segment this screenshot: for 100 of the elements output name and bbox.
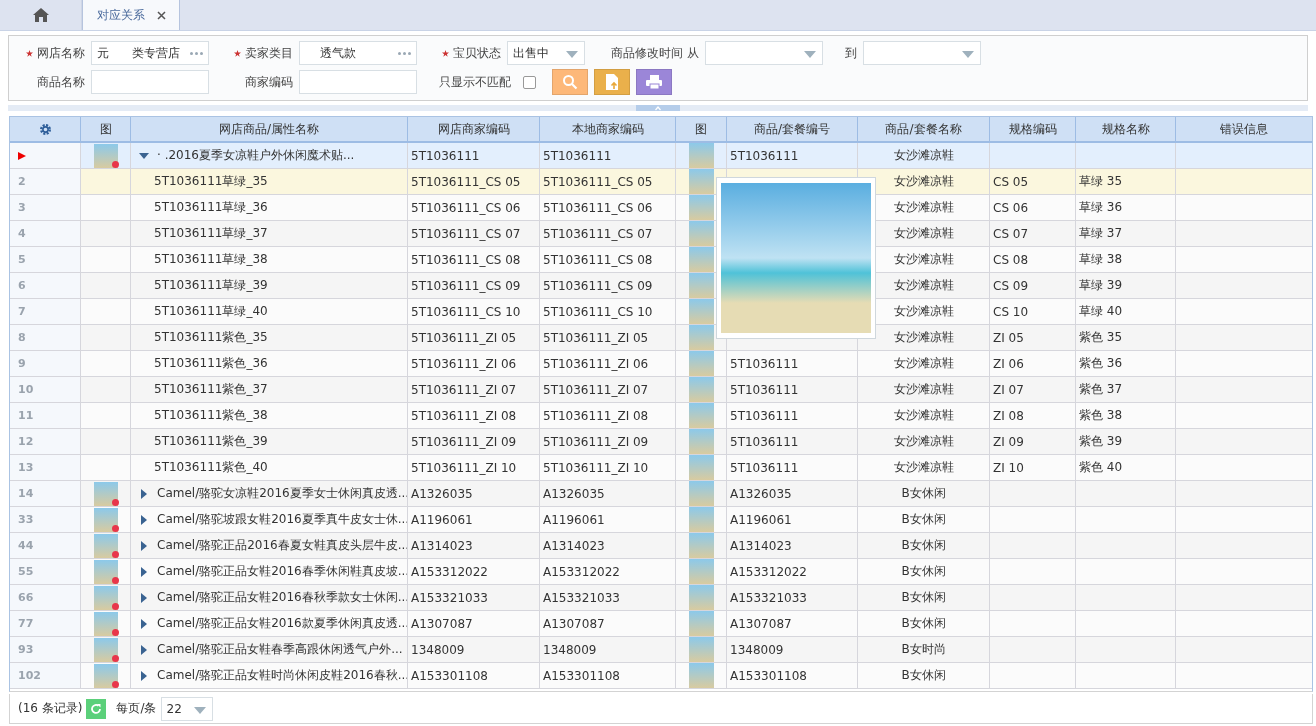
table-cell: CS 09 [993, 278, 1029, 293]
table-cell: ZI 10 [993, 460, 1024, 475]
table-row[interactable]: 93 Camel/骆驼正品女鞋春季高跟休闲透气户外... 1348009 1348009 1348009 B女时尚 [10, 637, 1312, 663]
table-cell: CS 07 [993, 226, 1029, 241]
table-cell: 5T1036111 [730, 434, 799, 449]
merchant-code-field[interactable] [299, 70, 417, 94]
table-cell: 女沙滩凉鞋 [893, 459, 954, 476]
table-row[interactable]: 102 Camel/骆驼正品女鞋时尚休闲皮鞋2016春秋...A153301108 A153301108 A153301108 B女休闲 [10, 663, 1312, 689]
print-button[interactable] [636, 69, 672, 95]
table-cell: 女沙滩凉鞋 [893, 173, 954, 190]
table-row[interactable]: 55 Camel/骆驼正品女鞋2016春季休闲鞋真皮坡...A153312022 A153312022 A153312022 B女休闲 [10, 559, 1312, 585]
table-cell: 1348009 [543, 642, 597, 657]
page-size-dropdown[interactable]: 22 [160, 696, 213, 721]
product-photo-placeholder [688, 585, 714, 610]
table-cell: 5T1036111_ZI 09 [411, 434, 517, 449]
table-cell: 5T1036111_ZI 10 [411, 460, 517, 475]
expand-icon[interactable] [139, 592, 149, 603]
expand-icon[interactable] [139, 566, 149, 577]
product-photo-placeholder [688, 169, 714, 194]
field-label: 只显示不匹配 [438, 73, 512, 91]
row-number: 8 [10, 325, 81, 350]
table-row[interactable]: 8 5T1036111紫色_35 5T1036111_ZI 05 5T1036111_ZI 05 女沙滩凉鞋 ZI 05 紫色 35 [10, 325, 1312, 351]
table-cell: ZI 06 [993, 356, 1024, 371]
table-cell: Camel/骆驼坡跟女鞋2016夏季真牛皮女士休... [157, 511, 407, 528]
table-cell: A153301108 [411, 668, 488, 683]
table-cell: 紫色 40 [1079, 459, 1123, 476]
table-row[interactable]: 66 Camel/骆驼正品女鞋2016春秋季款女士休闲...A153321033 A153321033 A153321033 B女休闲 [10, 585, 1312, 611]
table-cell-text: 5T1036111草绿_40 [153, 303, 268, 320]
product-photo-placeholder [688, 637, 714, 662]
checkbox[interactable] [523, 75, 536, 89]
table-cell-text: 5T1036111紫色_36 [153, 355, 268, 372]
table-cell-text: 5T1036111紫色_35 [153, 329, 268, 346]
expand-icon[interactable] [139, 540, 149, 551]
table-row[interactable]: 13 5T1036111紫色_40 5T1036111_ZI 10 5T1036111_ZI 10 5T1036111 女沙滩凉鞋 ZI 10 紫色 40 [10, 455, 1312, 481]
table-cell-text: 5T1036111草绿_38 [153, 251, 268, 268]
expand-icon[interactable] [139, 644, 149, 655]
item-status-dropdown[interactable]: 出售中 [507, 41, 585, 65]
table-cell: 5T1036111_CS 10 [411, 304, 521, 319]
table-cell: A1196061 [543, 512, 605, 527]
more-icon[interactable] [398, 52, 411, 55]
column-header[interactable]: 商品/套餐名称 [858, 117, 990, 141]
table-cell: Camel/骆驼正品女鞋时尚休闲皮鞋2016春秋... [157, 667, 407, 684]
table-cell: Camel/骆驼正品女鞋2016春季休闲鞋真皮坡... [157, 563, 407, 580]
column-header[interactable]: 错误信息 [1176, 117, 1312, 141]
column-header[interactable]: 图 [81, 117, 131, 141]
table-row[interactable]: 9 5T1036111紫色_36 5T1036111_ZI 06 5T1036111_ZI 06 5T1036111 女沙滩凉鞋 ZI 06 紫色 36 [10, 351, 1312, 377]
column-header[interactable]: 网店商家编码 [408, 117, 540, 141]
table-cell: 5T1036111_ZI 09 [543, 434, 649, 449]
record-count: (16 条记录) [18, 700, 83, 717]
field-label: 商品修改时间 从 [610, 44, 700, 62]
column-header[interactable]: 规格名称 [1076, 117, 1176, 141]
column-header[interactable]: 网店商品/属性名称 [131, 117, 408, 141]
product-photo-placeholder [93, 143, 118, 168]
table-cell: 5T1036111_CS 07 [543, 226, 653, 241]
table-cell: B女时尚 [901, 641, 946, 658]
column-header[interactable]: 规格编码 [990, 117, 1076, 141]
table-row[interactable]: 10 5T1036111紫色_37 5T1036111_ZI 07 5T1036111_ZI 07 5T1036111 女沙滩凉鞋 ZI 07 紫色 37 [10, 377, 1312, 403]
seller-category-field[interactable]: 透气款 [299, 41, 417, 65]
table-cell: 5T1036111 [730, 382, 799, 397]
table-cell-text: 5T1036111紫色_37 [153, 381, 268, 398]
expand-icon[interactable] [139, 618, 149, 629]
search-icon [562, 74, 578, 90]
table-cell: A1314023 [543, 538, 605, 553]
tab-label[interactable]: 对应关系 [96, 6, 145, 24]
expand-icon[interactable] [139, 670, 149, 681]
more-icon[interactable] [190, 52, 203, 55]
table-cell: A1326035 [543, 486, 605, 501]
table-cell: 5T1036111_CS 08 [411, 252, 521, 267]
table-row[interactable]: 44 Camel/骆驼正品2016春夏女鞋真皮头层牛皮...A1314023 A1314023 A1314023 B女休闲 [10, 533, 1312, 559]
collapse-icon[interactable] [139, 150, 149, 161]
table-cell: 5T1036111_ZI 05 [543, 330, 649, 345]
table-row[interactable]: 14 Camel/骆驼女凉鞋2016夏季女士休闲真皮透...A1326035 A1326035 A1326035 B女休闲 [10, 481, 1312, 507]
shop-name-field[interactable]: 元 类专营店 [91, 41, 209, 65]
column-header[interactable]: 图 [676, 117, 727, 141]
table-cell: 5T1036111 [730, 148, 799, 163]
row-number: 3 [10, 195, 81, 220]
table-row[interactable]: · .2016夏季女凉鞋户外休闲魔术贴... 5T1036111 5T1036111 5T1036111 女沙滩凉鞋 [10, 143, 1312, 169]
table-cell: 女沙滩凉鞋 [893, 277, 954, 294]
table-row[interactable]: 77 Camel/骆驼正品女鞋2016款夏季休闲真皮透...A1307087 A1307087 A1307087 B女休闲 [10, 611, 1312, 637]
table-cell: 紫色 35 [1079, 329, 1123, 346]
column-header[interactable]: 商品/套餐编号 [727, 117, 858, 141]
table-row[interactable]: 2 5T1036111草绿_35 5T1036111_CS 05 5T1036111_CS 05 女沙滩凉鞋 CS 05 草绿 35 [10, 169, 1312, 195]
table-row[interactable]: 33 Camel/骆驼坡跟女鞋2016夏季真牛皮女士休...A1196061 A1196061 A1196061 B女休闲 [10, 507, 1312, 533]
table-row[interactable]: 11 5T1036111紫色_38 5T1036111_ZI 08 5T1036111_ZI 08 5T1036111 女沙滩凉鞋 ZI 08 紫色 38 [10, 403, 1312, 429]
page-tab[interactable]: 对应关系 [82, 0, 180, 30]
expand-icon[interactable] [139, 514, 149, 525]
row-number: 10 [10, 377, 81, 402]
product-name-field[interactable] [91, 70, 209, 94]
collapse-handle-icon[interactable] [636, 105, 680, 111]
row-number: 12 [10, 429, 81, 454]
expand-icon[interactable] [139, 488, 149, 499]
settings-icon[interactable] [38, 122, 52, 136]
row-number: 5 [10, 247, 81, 272]
close-icon[interactable] [156, 10, 166, 20]
printer-icon [645, 74, 663, 90]
export-button[interactable] [594, 69, 630, 95]
table-cell: 5T1036111_ZI 10 [543, 460, 649, 475]
column-header[interactable]: 本地商家编码 [540, 117, 676, 141]
table-cell: 草绿 39 [1079, 277, 1123, 294]
table-row[interactable]: 12 5T1036111紫色_39 5T1036111_ZI 09 5T1036111_ZI 09 5T1036111 女沙滩凉鞋 ZI 09 紫色 39 [10, 429, 1312, 455]
